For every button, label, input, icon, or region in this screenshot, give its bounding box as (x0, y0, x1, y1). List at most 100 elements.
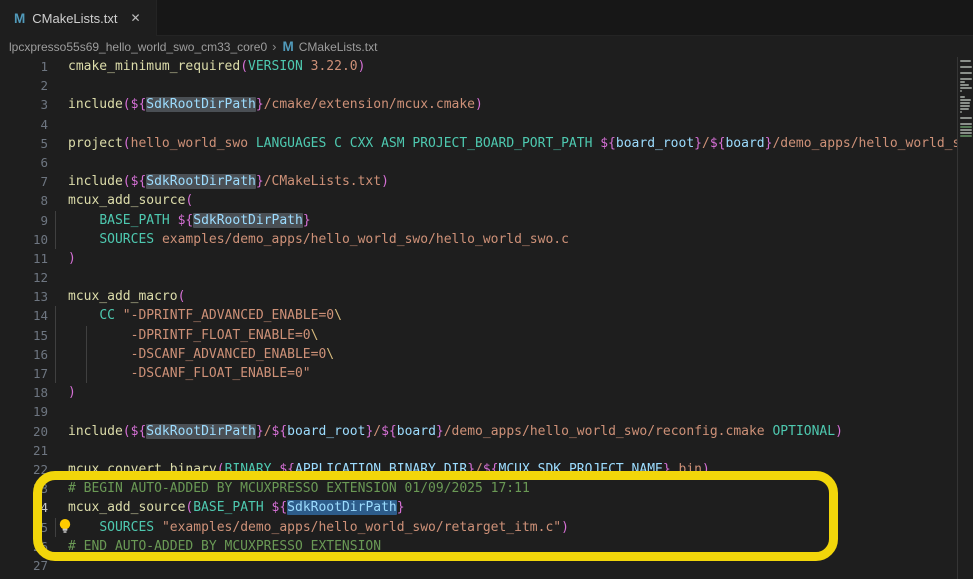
minimap-mark (960, 105, 970, 107)
tab-label: CMakeLists.txt (32, 11, 117, 26)
line-number: 21 (0, 441, 48, 460)
chevron-right-icon: › (272, 39, 276, 54)
code-line-18[interactable]: 18) (0, 383, 973, 402)
minimap-mark (960, 126, 972, 128)
minimap-mark (960, 81, 965, 83)
code-line-14[interactable]: 14 CC "-DPRINTF_ADVANCED_ENABLE=0\ (0, 306, 973, 325)
code-text: -DSCANF_FLOAT_ENABLE=0" (48, 364, 311, 383)
code-line-12[interactable]: 12 (0, 268, 973, 287)
code-text (48, 402, 68, 421)
code-text: -DPRINTF_FLOAT_ENABLE=0\ (48, 326, 318, 345)
code-text: # END AUTO-ADDED BY MCUXPRESSO EXTENSION (48, 537, 381, 556)
minimap-mark (960, 90, 962, 92)
minimap-mark (960, 72, 972, 74)
code-line-15[interactable]: 15 -DPRINTF_FLOAT_ENABLE=0\ (0, 326, 973, 345)
code-line-21[interactable]: 21 (0, 441, 973, 460)
breadcrumb-file[interactable]: CMakeLists.txt (299, 40, 378, 54)
line-number: 27 (0, 556, 48, 575)
minimap-mark (960, 78, 972, 80)
minimap-mark (960, 123, 972, 125)
code-text (48, 268, 68, 287)
code-line-17[interactable]: 17 -DSCANF_FLOAT_ENABLE=0" (0, 364, 973, 383)
code-line-26[interactable]: 26# END AUTO-ADDED BY MCUXPRESSO EXTENSI… (0, 537, 973, 556)
code-text (48, 441, 68, 460)
code-line-11[interactable]: 11) (0, 249, 973, 268)
minimap-mark (960, 108, 969, 110)
line-number: 2 (0, 76, 48, 95)
line-number: 3 (0, 95, 48, 114)
minimap[interactable] (957, 57, 973, 579)
line-number: 6 (0, 153, 48, 172)
code-text (48, 76, 68, 95)
line-number: 20 (0, 422, 48, 441)
minimap-mark (960, 87, 972, 89)
code-text: SOURCES examples/demo_apps/hello_world_s… (48, 230, 569, 249)
line-number: 8 (0, 191, 48, 210)
minimap-mark (960, 84, 969, 86)
minimap-mark (960, 66, 972, 68)
code-line-13[interactable]: 13mcux_add_macro( (0, 287, 973, 306)
code-text: project(hello_world_swo LANGUAGES C CXX … (48, 134, 973, 153)
code-text: mcux_add_source(BASE_PATH ${SdkRootDirPa… (48, 498, 405, 517)
code-text: # BEGIN AUTO-ADDED BY MCUXPRESSO EXTENSI… (48, 479, 530, 498)
code-lines: 1cmake_minimum_required(VERSION 3.22.0)2… (0, 57, 973, 575)
code-text: ) (48, 383, 76, 402)
code-line-3[interactable]: 3include(${SdkRootDirPath}/cmake/extensi… (0, 95, 973, 114)
code-text: mcux_add_macro( (48, 287, 185, 306)
code-line-27[interactable]: 27 (0, 556, 973, 575)
breadcrumb-folder[interactable]: lpcxpresso55s69_hello_world_swo_cm33_cor… (9, 40, 267, 54)
line-number: 26 (0, 537, 48, 556)
line-number: 4 (0, 115, 48, 134)
line-number: 7 (0, 172, 48, 191)
line-number: 15 (0, 326, 48, 345)
line-number: 22 (0, 460, 48, 479)
code-editor[interactable]: 1cmake_minimum_required(VERSION 3.22.0)2… (0, 57, 973, 579)
code-text: mcux_convert_binary(BINARY ${APPLICATION… (48, 460, 710, 479)
line-number: 19 (0, 402, 48, 421)
code-line-4[interactable]: 4 (0, 115, 973, 134)
code-line-5[interactable]: 5project(hello_world_swo LANGUAGES C CXX… (0, 134, 973, 153)
code-line-23[interactable]: 23# BEGIN AUTO-ADDED BY MCUXPRESSO EXTEN… (0, 479, 973, 498)
code-text (48, 115, 68, 134)
indent-guide (55, 230, 56, 249)
code-line-19[interactable]: 19 (0, 402, 973, 421)
minimap-mark (960, 117, 972, 119)
minimap-mark (960, 135, 972, 137)
line-number: 17 (0, 364, 48, 383)
line-number: 25 (0, 518, 48, 537)
line-number: 12 (0, 268, 48, 287)
code-text: include(${SdkRootDirPath}/cmake/extensio… (48, 95, 483, 114)
code-line-25[interactable]: 25 SOURCES "examples/demo_apps/hello_wor… (0, 518, 973, 537)
line-number: 18 (0, 383, 48, 402)
indent-guide (55, 326, 56, 345)
lightbulb-icon[interactable] (57, 518, 73, 534)
minimap-mark (960, 60, 971, 62)
line-number: 9 (0, 211, 48, 230)
line-number: 1 (0, 57, 48, 76)
code-text (48, 153, 68, 172)
code-line-8[interactable]: 8mcux_add_source( (0, 191, 973, 210)
code-line-2[interactable]: 2 (0, 76, 973, 95)
minimap-mark (960, 102, 970, 104)
code-line-20[interactable]: 20include(${SdkRootDirPath}/${board_root… (0, 422, 973, 441)
indent-guide (86, 364, 87, 383)
code-line-9[interactable]: 9 BASE_PATH ${SdkRootDirPath} (0, 211, 973, 230)
code-text: cmake_minimum_required(VERSION 3.22.0) (48, 57, 365, 76)
code-line-7[interactable]: 7include(${SdkRootDirPath}/CMakeLists.tx… (0, 172, 973, 191)
tab-cmakelists[interactable]: M CMakeLists.txt ✕ (0, 0, 157, 36)
minimap-mark (960, 129, 972, 131)
code-text: mcux_add_source( (48, 191, 193, 210)
code-line-16[interactable]: 16 -DSCANF_ADVANCED_ENABLE=0\ (0, 345, 973, 364)
code-text: include(${SdkRootDirPath}/CMakeLists.txt… (48, 172, 389, 191)
code-line-24[interactable]: 24mcux_add_source(BASE_PATH ${SdkRootDir… (0, 498, 973, 517)
code-text: CC "-DPRINTF_ADVANCED_ENABLE=0\ (48, 306, 342, 325)
code-line-6[interactable]: 6 (0, 153, 973, 172)
code-text (48, 556, 68, 575)
code-line-1[interactable]: 1cmake_minimum_required(VERSION 3.22.0) (0, 57, 973, 76)
code-line-22[interactable]: 22mcux_convert_binary(BINARY ${APPLICATI… (0, 460, 973, 479)
tab-close-icon[interactable]: ✕ (128, 10, 144, 26)
code-text: ) (48, 249, 76, 268)
minimap-mark (960, 96, 965, 98)
minimap-mark (960, 132, 972, 134)
code-line-10[interactable]: 10 SOURCES examples/demo_apps/hello_worl… (0, 230, 973, 249)
